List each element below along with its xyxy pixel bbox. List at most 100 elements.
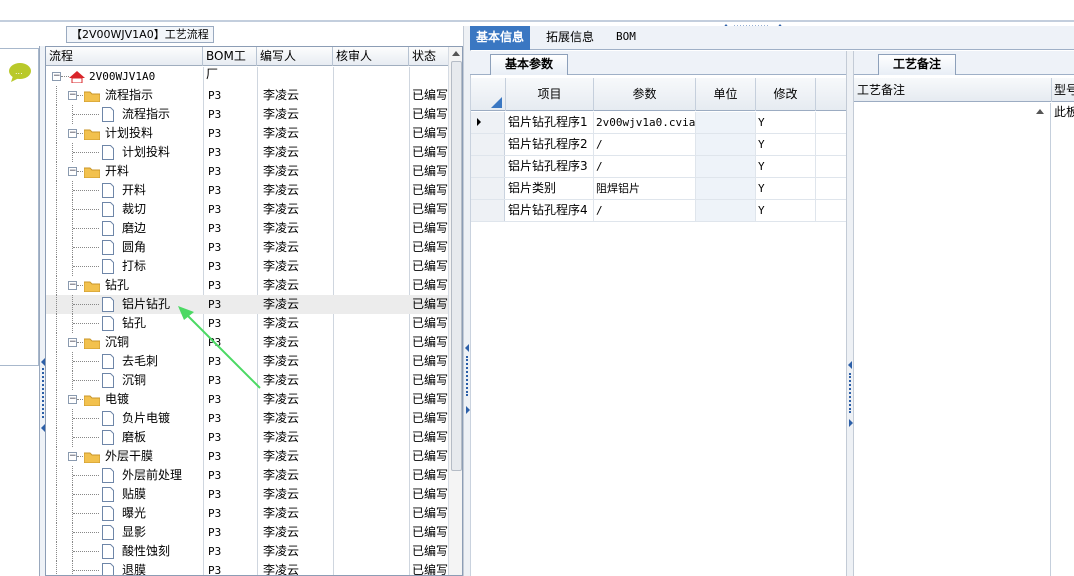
status-cell: 已编写 [412, 525, 448, 539]
chat-bubble-icon[interactable]: ... [8, 62, 32, 82]
document-icon [102, 506, 114, 521]
param-item-cell[interactable]: 铝片钻孔程序3 [506, 156, 594, 177]
document-icon [102, 316, 114, 331]
col-header-bom-factory[interactable]: BOM工厂 [203, 47, 257, 81]
col-header-status[interactable]: 状态 [409, 47, 449, 66]
tree-row[interactable]: 曝光 P3 李凌云 已编写 [46, 504, 449, 523]
tree-row[interactable]: − 流程指示 P3 李凌云 已编写 [46, 86, 449, 105]
tree-node-label: 外层干膜 [105, 449, 154, 463]
param-modify-cell[interactable]: Y [756, 112, 816, 133]
tree-row[interactable]: 退膜 P3 李凌云 已编写 [46, 561, 449, 575]
params-row[interactable]: 铝片钻孔程序1 2v00wjv1a0.cvia Y [471, 112, 847, 134]
param-item-cell[interactable]: 铝片类别 [506, 178, 594, 199]
tree-row[interactable]: − 开料 P3 李凌云 已编写 [46, 162, 449, 181]
param-unit-cell[interactable] [696, 112, 756, 133]
tree-row[interactable]: 贴膜 P3 李凌云 已编写 [46, 485, 449, 504]
params-row[interactable]: 铝片钻孔程序2/ Y [471, 134, 847, 156]
col-header-param[interactable]: 参数 [594, 78, 696, 111]
param-item-cell[interactable]: 铝片钻孔程序1 [506, 112, 594, 133]
col-header-flow[interactable]: 流程 [46, 47, 203, 66]
row-indicator[interactable] [471, 178, 505, 199]
collapse-toggle-icon[interactable]: − [68, 129, 77, 138]
writer-cell: 李凌云 [263, 544, 300, 558]
param-modify-cell[interactable]: Y [756, 134, 816, 155]
tree-row[interactable]: 显影 P3 李凌云 已编写 [46, 523, 449, 542]
params-row[interactable]: 铝片钻孔程序3/ Y [471, 156, 847, 178]
param-unit-cell[interactable] [696, 156, 756, 177]
tree-row[interactable]: − 2V00WJV1A0 [46, 67, 449, 86]
writer-cell: 李凌云 [263, 449, 300, 463]
param-item-cell[interactable]: 铝片钻孔程序4 [506, 200, 594, 221]
folder-icon [84, 167, 100, 178]
tree-row[interactable]: 磨板 P3 李凌云 已编写 [46, 428, 449, 447]
status-cell: 已编写 [412, 202, 448, 216]
tree-node-label: 沉铜 [122, 373, 147, 387]
tab-basic-info[interactable]: 基本信息 [470, 26, 531, 50]
param-value-cell[interactable]: / [594, 200, 696, 221]
collapse-toggle-icon[interactable]: − [68, 167, 77, 176]
col-header-modify[interactable]: 修改 [756, 78, 816, 111]
params-row[interactable]: 铝片类别 阻焊铝片 Y [471, 178, 847, 200]
row-indicator[interactable] [471, 134, 505, 155]
folder-icon [84, 281, 100, 292]
top-toolbar [0, 0, 1074, 22]
col-header-model[interactable]: 型号 [1054, 78, 1074, 102]
collapse-toggle-icon[interactable]: − [52, 72, 61, 81]
tree-row[interactable]: 负片电镀 P3 李凌云 已编写 [46, 409, 449, 428]
col-header-unit[interactable]: 单位 [696, 78, 756, 111]
param-value-cell[interactable]: 阻焊铝片 [594, 178, 696, 199]
col-header-remarks[interactable]: 工艺备注 [854, 78, 1052, 102]
col-header-item[interactable]: 项目 [506, 78, 594, 111]
tree-row[interactable]: 打标 P3 李凌云 已编写 [46, 257, 449, 276]
param-modify-cell[interactable]: Y [756, 178, 816, 199]
row-indicator[interactable] [471, 112, 505, 133]
param-unit-cell[interactable] [696, 200, 756, 221]
param-value-cell[interactable]: 2v00wjv1a0.cvia [594, 112, 696, 133]
tree-row[interactable]: 酸性蚀刻 P3 李凌云 已编写 [46, 542, 449, 561]
param-value-cell[interactable]: / [594, 134, 696, 155]
tab-basic-params[interactable]: 基本参数 [490, 54, 569, 75]
col-header-reviewer[interactable]: 核审人 [333, 47, 409, 66]
tree-row[interactable]: 外层前处理 P3 李凌云 已编写 [46, 466, 449, 485]
tree-row[interactable]: − 外层干膜 P3 李凌云 已编写 [46, 447, 449, 466]
tree-row[interactable]: 计划投料 P3 李凌云 已编写 [46, 143, 449, 162]
param-unit-cell[interactable] [696, 134, 756, 155]
collapse-toggle-icon[interactable]: − [68, 91, 77, 100]
collapse-toggle-icon[interactable]: − [68, 395, 77, 404]
params-grid-header: 项目 参数 单位 修改 [471, 78, 849, 111]
tree-row[interactable]: 流程指示 P3 李凌云 已编写 [46, 105, 449, 124]
param-modify-cell[interactable]: Y [756, 156, 816, 177]
tab-process-remarks[interactable]: 工艺备注 [878, 54, 957, 75]
collapse-toggle-icon[interactable]: − [68, 452, 77, 461]
collapse-toggle-icon[interactable]: − [68, 281, 77, 290]
bom-factory-cell: P3 [208, 203, 222, 216]
remarks-scroll-up-icon[interactable] [1036, 109, 1044, 114]
top-splitter-grip[interactable] [722, 18, 784, 29]
tree-row[interactable]: 开料 P3 李凌云 已编写 [46, 181, 449, 200]
tree-row[interactable]: 裁切 P3 李凌云 已编写 [46, 200, 449, 219]
tab-extended-info[interactable]: 拓展信息 [540, 26, 600, 50]
collapse-toggle-icon[interactable]: − [68, 338, 77, 347]
tree-node-label: 裁切 [122, 202, 147, 216]
param-value-cell[interactable]: / [594, 156, 696, 177]
tree-row[interactable]: 圆角 P3 李凌云 已编写 [46, 238, 449, 257]
tree-scrollbar[interactable] [448, 47, 462, 575]
row-indicator[interactable] [471, 156, 505, 177]
tab-bom[interactable]: BOM [610, 26, 642, 50]
right-splitter[interactable] [846, 51, 854, 576]
remarks-header: 工艺备注 型号 [854, 78, 1074, 102]
scroll-thumb[interactable] [451, 61, 462, 471]
status-cell: 已编写 [412, 183, 448, 197]
scroll-up-icon[interactable] [452, 51, 460, 56]
grid-corner[interactable] [471, 78, 506, 111]
param-unit-cell[interactable] [696, 178, 756, 199]
tree-row[interactable]: − 钻孔 P3 李凌云 已编写 [46, 276, 449, 295]
col-header-writer[interactable]: 编写人 [257, 47, 333, 66]
main-tab-bar: 基本信息 拓展信息 BOM [470, 26, 1074, 50]
tree-row[interactable]: 磨边 P3 李凌云 已编写 [46, 219, 449, 238]
param-modify-cell[interactable]: Y [756, 200, 816, 221]
param-item-cell[interactable]: 铝片钻孔程序2 [506, 134, 594, 155]
params-row[interactable]: 铝片钻孔程序4/ Y [471, 200, 847, 222]
row-indicator[interactable] [471, 200, 505, 221]
tree-row[interactable]: − 计划投料 P3 李凌云 已编写 [46, 124, 449, 143]
